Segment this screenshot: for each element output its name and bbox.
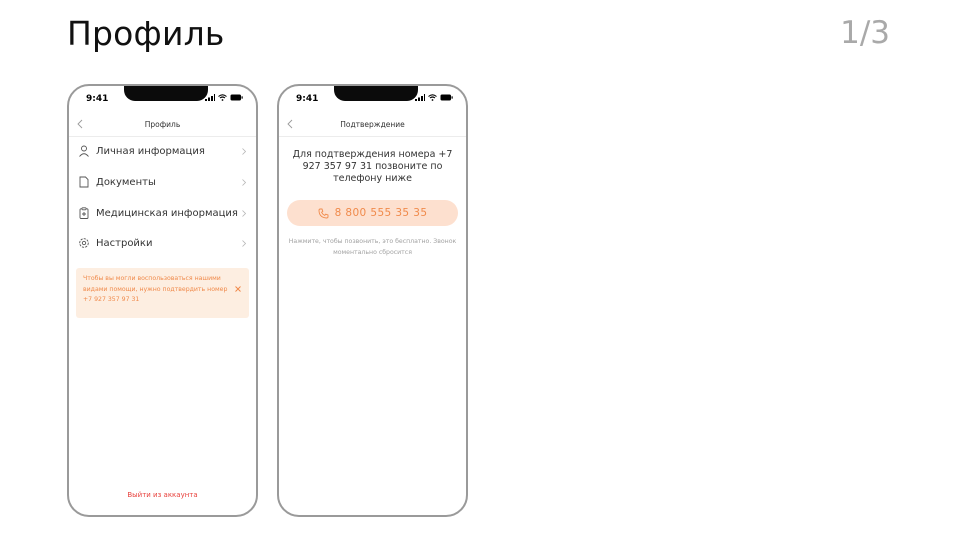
menu-item-personal-info[interactable]: Личная информация [78,142,247,160]
medical-clipboard-icon [79,207,89,219]
status-time: 9:41 [296,94,319,104]
menu-item-label: Личная информация [96,145,205,157]
chevron-right-icon [242,178,247,186]
back-chevron-icon[interactable] [75,117,87,131]
wifi-icon [428,94,437,101]
menu-item-label: Документы [96,176,156,188]
menu-item-label: Медицинская информация [96,207,238,219]
status-icons [415,94,453,101]
alert-text: Чтобы вы могли воспользоваться нашими ви… [83,275,228,303]
battery-icon [440,94,453,101]
battery-icon [230,94,243,101]
menu-item-label: Настройки [96,237,153,249]
status-time: 9:41 [86,94,109,104]
phone-notch [124,86,208,101]
chevron-right-icon [242,209,247,217]
phone-notch [334,86,418,101]
slide-counter: 1/3 [840,15,890,51]
signal-icon [205,94,215,101]
wifi-icon [218,94,227,101]
status-icons [205,94,243,101]
gear-icon [79,238,89,248]
close-icon[interactable] [234,285,242,293]
nav-bar: Подтверждение [279,113,466,137]
call-number: 8 800 555 35 35 [334,207,428,219]
nav-bar: Профиль [69,113,256,137]
person-icon [79,145,89,157]
verify-number-alert: Чтобы вы могли воспользоваться нашими ви… [76,268,249,318]
call-hint: Нажмите, чтобы позвонить, это бесплатно.… [288,238,457,256]
call-button[interactable]: 8 800 555 35 35 [287,200,458,226]
logout-link[interactable]: Выйти из аккаунта [69,491,256,499]
phone-confirmation-screen: 9:41 Подтверждение Для подтверждения ном… [277,84,468,517]
confirm-instructions: Для подтверждения номера +7 927 357 97 3… [292,149,453,184]
chevron-right-icon [242,239,247,247]
phone-profile-screen: 9:41 Профиль Личная информация Документы… [67,84,258,517]
phone-icon [318,208,329,218]
back-chevron-icon[interactable] [285,117,297,131]
menu-item-settings[interactable]: Настройки [78,234,247,252]
menu-item-documents[interactable]: Документы [78,173,247,191]
slide-title: Профиль [67,14,225,53]
signal-icon [415,94,425,101]
menu-item-medical-info[interactable]: Медицинская информация [78,204,247,222]
nav-title: Профиль [144,120,181,129]
chevron-right-icon [242,147,247,155]
document-icon [79,176,89,188]
nav-title: Подтверждение [340,120,405,129]
